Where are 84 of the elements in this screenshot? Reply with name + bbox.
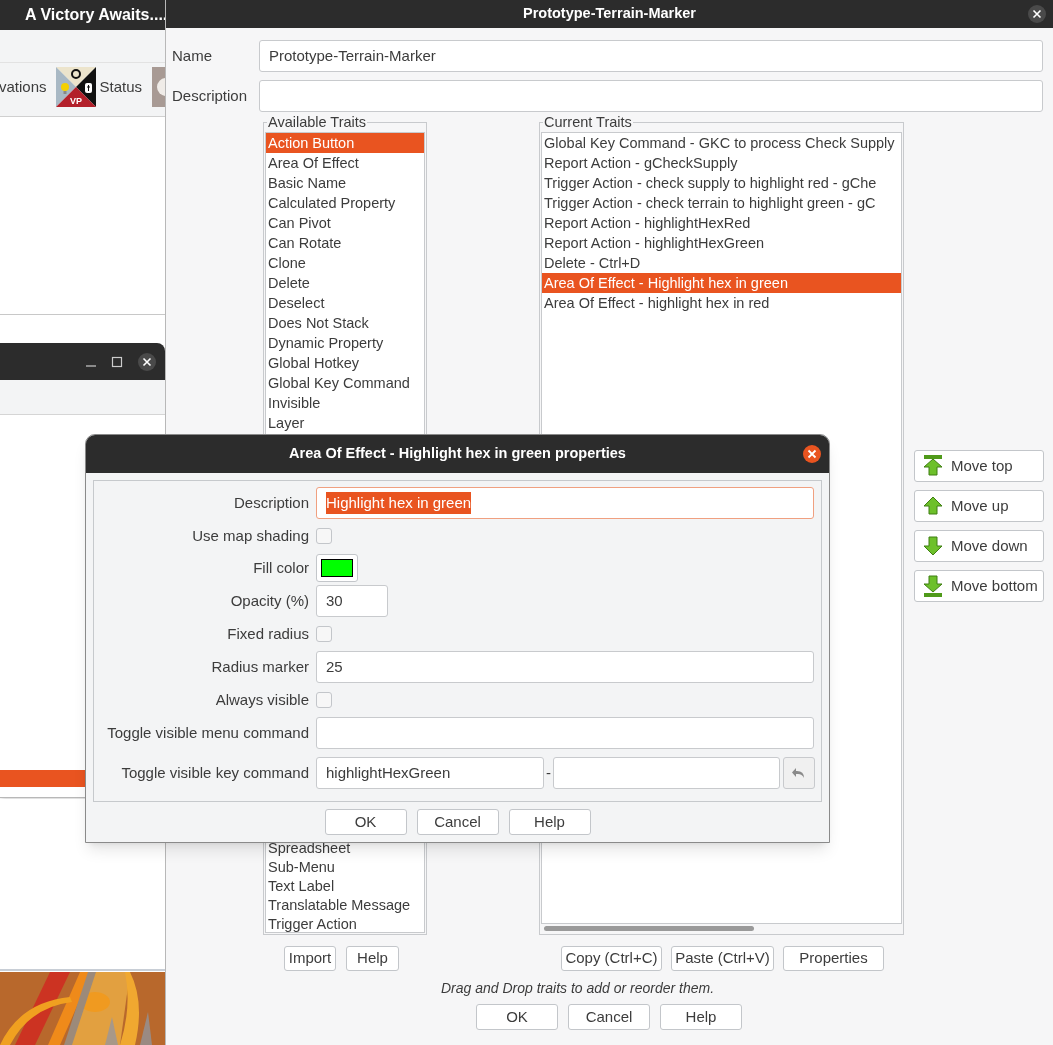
undo-button[interactable]: [783, 757, 815, 789]
close-icon[interactable]: [802, 444, 822, 464]
trait-item[interactable]: Area Of Effect - Highlight hex in green: [542, 273, 901, 293]
field-label: Toggle visible menu command: [107, 722, 309, 743]
trait-item[interactable]: Sub-Menu: [266, 858, 424, 877]
close-icon[interactable]: [1027, 4, 1047, 24]
trait-item[interactable]: Trigger Action: [266, 915, 424, 932]
trait-button[interactable]: Paste (Ctrl+V): [671, 946, 774, 971]
text-field[interactable]: Highlight hex in green: [316, 487, 814, 519]
name-field[interactable]: Prototype-Terrain-Marker: [259, 40, 1043, 72]
number-field[interactable]: 30: [316, 585, 388, 617]
trait-item[interactable]: Report Action - gCheckSupply: [542, 153, 901, 173]
move-button[interactable]: Move up: [914, 490, 1044, 522]
dialog-button[interactable]: OK: [476, 1004, 558, 1030]
trait-item[interactable]: Action Button: [266, 133, 424, 153]
trait-item[interactable]: Area Of Effect - highlight hex in red: [542, 293, 901, 313]
hint-text: Drag and Drop traits to add or reorder them.: [441, 979, 715, 996]
trait-item[interactable]: Can Pivot: [266, 213, 424, 233]
text-field[interactable]: 25: [316, 651, 814, 683]
field-label: Description: [233, 492, 309, 513]
trait-item[interactable]: Layer: [266, 413, 424, 433]
icon-label: VP: [69, 96, 82, 106]
checkbox[interactable]: [316, 626, 332, 642]
up-arrow-icon: [921, 494, 945, 518]
key-field[interactable]: highlightHexGreen: [316, 757, 544, 789]
key-field[interactable]: [553, 757, 780, 789]
move-button[interactable]: Move bottom: [914, 570, 1044, 602]
trait-item[interactable]: Delete: [266, 273, 424, 293]
trait-item[interactable]: Can Rotate: [266, 233, 424, 253]
checkbox[interactable]: [316, 528, 332, 544]
trait-item[interactable]: Deselect: [266, 293, 424, 313]
trait-item[interactable]: Trigger Action - check terrain to highlight green - gC: [542, 193, 901, 213]
trait-item[interactable]: Global Key Command - GKC to process Check Supply: [542, 133, 901, 153]
text-field[interactable]: [316, 717, 814, 749]
trait-item[interactable]: Translatable Message: [266, 896, 424, 915]
move-button[interactable]: Move down: [914, 530, 1044, 562]
field-label: Name: [172, 45, 213, 66]
field-label: Use map shading: [192, 525, 309, 546]
description-field[interactable]: [259, 80, 1043, 112]
trait-button[interactable]: Properties: [783, 946, 884, 971]
dialog-button[interactable]: OK: [324, 809, 407, 835]
trait-item[interactable]: Does Not Stack: [266, 313, 424, 333]
trait-item[interactable]: Text Label: [266, 877, 424, 896]
close-icon[interactable]: [137, 351, 157, 372]
field-label: Always visible: [215, 689, 309, 710]
trait-item[interactable]: Delete - Ctrl+D: [542, 253, 901, 273]
trait-item[interactable]: Global Key Command: [266, 373, 424, 393]
dialog-button[interactable]: Cancel: [568, 1004, 650, 1030]
trait-item[interactable]: Invisible: [266, 393, 424, 413]
trait-item[interactable]: Trigger Action - check supply to highlight red - gChe: [542, 173, 901, 193]
dialog-button[interactable]: Help: [508, 809, 591, 835]
move-bottom-icon: [921, 574, 945, 598]
trait-button[interactable]: Import: [284, 946, 336, 971]
maximize-icon[interactable]: [111, 355, 123, 368]
trait-item[interactable]: Report Action - highlightHexGreen: [542, 233, 901, 253]
scrollbar-thumb[interactable]: [544, 926, 754, 931]
trait-item[interactable]: Clone: [266, 253, 424, 273]
field-label: Fixed radius: [227, 623, 309, 644]
toolbar-icon[interactable]: [152, 67, 165, 107]
move-top-icon: [921, 454, 945, 478]
down-arrow-icon: [921, 534, 945, 558]
field-label: Opacity (%): [230, 590, 309, 611]
field-label: Toggle visible key command: [121, 762, 309, 783]
dialog-title: Prototype-Terrain-Marker: [523, 4, 696, 24]
dialog-title: Area Of Effect - Highlight hex in green properties: [289, 444, 626, 464]
dialog-button[interactable]: Help: [660, 1004, 742, 1030]
color-button[interactable]: [316, 554, 358, 582]
field-label: Description: [172, 85, 249, 106]
trait-item[interactable]: Area Of Effect: [266, 153, 424, 173]
field-label: Fill color: [253, 557, 309, 578]
trait-item[interactable]: Calculated Property: [266, 193, 424, 213]
trait-item[interactable]: Report Action - highlightHexRed: [542, 213, 901, 233]
trait-item[interactable]: Global Hotkey: [266, 353, 424, 373]
trait-item[interactable]: Spreadsheet: [266, 839, 424, 858]
trait-item[interactable]: Dynamic Property: [266, 333, 424, 353]
toolbar-label[interactable]: Status: [99, 75, 143, 99]
checkbox[interactable]: [316, 692, 332, 708]
field-label: Radius marker: [211, 656, 309, 677]
dialog-button[interactable]: Cancel: [416, 809, 499, 835]
trait-item[interactable]: Basic Name: [266, 173, 424, 193]
trait-button[interactable]: Copy (Ctrl+C): [561, 946, 662, 971]
move-button[interactable]: Move top: [914, 450, 1044, 482]
trait-button[interactable]: Help: [346, 946, 399, 971]
separator-text: -: [545, 762, 552, 783]
